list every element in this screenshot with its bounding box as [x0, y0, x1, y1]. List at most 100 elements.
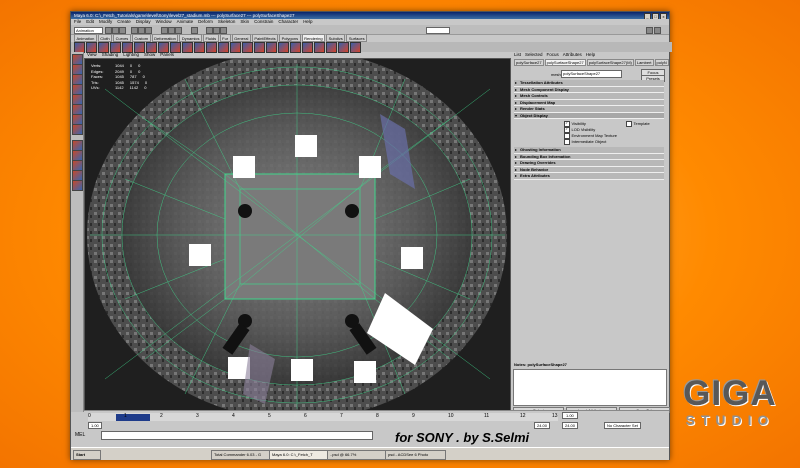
- taskbar-item[interactable]: psd - ACDSee 6 Photo: [385, 450, 446, 460]
- shelf-tab-general[interactable]: General: [231, 34, 251, 42]
- checkbox-empty-icon: [626, 121, 632, 127]
- visibility-checkbox[interactable]: ✓ Visibility: [564, 121, 586, 127]
- check-icon: ✓: [564, 127, 570, 133]
- shelf-tab-surfaces[interactable]: Surfaces: [346, 34, 368, 42]
- tick-label: 12: [520, 413, 526, 419]
- character-set-dropdown[interactable]: No Character Set: [604, 422, 641, 429]
- shelf-tab-custom[interactable]: Custom: [131, 34, 151, 42]
- shelf-tab-animation[interactable]: Animation: [74, 34, 97, 42]
- select-object-icon[interactable]: [138, 27, 145, 34]
- toolbox: [71, 52, 84, 412]
- ae-tab[interactable]: Lambert: [634, 59, 654, 66]
- select-component-icon[interactable]: [145, 27, 152, 34]
- intermediate-object-checkbox[interactable]: Intermediate Object: [564, 139, 606, 145]
- tick-label: 1: [124, 413, 127, 419]
- ae-menu-selected[interactable]: Selected: [525, 52, 543, 58]
- time-slider-track[interactable]: 0 1 2 3 4 5 6 7 8 9 10 11 12 13: [88, 413, 558, 421]
- logo-studio: STUDIO: [685, 412, 775, 428]
- ae-menu-attributes[interactable]: Attributes: [563, 52, 582, 58]
- range-slider[interactable]: 1.00 24.00 24.00 No Character Set: [84, 421, 669, 430]
- shelf-tab-dynamics[interactable]: Dynamics: [179, 34, 202, 42]
- giga-studio-logo: GIGA STUDIO: [675, 376, 785, 440]
- snap-grid-icon[interactable]: [161, 27, 168, 34]
- section-extra-attributes[interactable]: Extra Attributes: [514, 173, 664, 180]
- ae-tab-active[interactable]: polySurfaceShape27: [544, 59, 586, 66]
- ae-menu-focus[interactable]: Focus: [547, 52, 559, 58]
- perspective-viewport[interactable]: Verts: 1044 0 0 Edges: 2049 0 0 Faces: 1045 787 0…: [84, 58, 511, 412]
- shelf-tab-rendering[interactable]: Rendering: [301, 34, 326, 42]
- save-scene-icon[interactable]: [119, 27, 126, 34]
- start-button[interactable]: Start: [73, 450, 101, 460]
- shelf-icons: [71, 42, 672, 53]
- current-time-field[interactable]: 1.00: [562, 412, 578, 419]
- ae-tab[interactable]: polyN: [654, 59, 669, 66]
- lod-visibility-checkbox[interactable]: ✓ LOD Visibility: [564, 127, 595, 133]
- attribute-editor: List Selected Focus Attributes Help poly…: [511, 52, 671, 413]
- tick-label: 8: [376, 413, 379, 419]
- taskbar-item[interactable]: ..psd @ 66.7%: [327, 450, 388, 460]
- title-bar: Maya 6.0: C:\_Fetch_Tutorials\game\level…: [71, 12, 669, 19]
- poly-count-hud: Verts: 1044 0 0 Edges: 2049 0 0 Faces: 1045 787 0…: [91, 63, 147, 91]
- tick-label: 7: [340, 413, 343, 419]
- tick-label: 4: [232, 413, 235, 419]
- command-line-label: MEL: [75, 432, 86, 438]
- shelf-tab-fluids[interactable]: Fluids: [202, 34, 219, 42]
- node-name-field[interactable]: polySurfaceShape27: [561, 70, 622, 78]
- shelf-tab-fur[interactable]: Fur: [219, 34, 231, 42]
- tick-label: 3: [196, 413, 199, 419]
- shelf-tab-cloth[interactable]: Cloth: [97, 34, 113, 42]
- window-buttons: _ □ x: [644, 13, 667, 19]
- snap-curve-icon[interactable]: [168, 27, 175, 34]
- ae-menu-list[interactable]: List: [514, 52, 521, 58]
- shelf-tab-subdivs[interactable]: Subdivs: [326, 34, 346, 42]
- open-scene-icon[interactable]: [112, 27, 119, 34]
- window-title: Maya 6.0: C:\_Fetch_Tutorials\game\level…: [74, 13, 295, 18]
- ae-tabs: polySurface27 polySurfaceShape27 polySur…: [511, 59, 671, 66]
- taskbar-item-active[interactable]: Maya 6.0: C:\_Fetch_T: [269, 450, 330, 460]
- notes-label: Notes: polySurfaceShape27: [514, 362, 567, 367]
- checkbox-empty-icon: [564, 133, 570, 139]
- last-tool-icon[interactable]: [72, 124, 83, 135]
- layout-hypershade-icon[interactable]: [72, 180, 83, 191]
- current-time-marker[interactable]: [116, 414, 150, 421]
- new-scene-icon[interactable]: [105, 27, 112, 34]
- windows-taskbar: Start Total Commander 6.03 - G Maya 6.0:…: [71, 447, 669, 460]
- shelf-tab-curves[interactable]: Curves: [113, 34, 131, 42]
- tick-label: 6: [304, 413, 307, 419]
- select-hierarchy-icon[interactable]: [131, 27, 138, 34]
- history-icon[interactable]: [191, 27, 198, 34]
- hud-row: UVs: 1142 1142 0: [91, 85, 147, 90]
- tick-label: 5: [268, 413, 271, 419]
- shelf-tab-polygons[interactable]: Polygons: [279, 34, 301, 42]
- shelf-tab-painteffects[interactable]: PaintEffects: [251, 34, 279, 42]
- ipr-render-icon[interactable]: [213, 27, 220, 34]
- taskbar-item[interactable]: Total Commander 6.03 - G: [211, 450, 272, 460]
- ae-menu-help[interactable]: Help: [586, 52, 595, 58]
- ae-menu-bar: List Selected Focus Attributes Help: [511, 52, 671, 58]
- playback-end-field[interactable]: 24.00: [562, 422, 579, 429]
- template-checkbox[interactable]: Template: [626, 121, 650, 127]
- mel-input[interactable]: [101, 431, 373, 440]
- ae-tab[interactable]: polySurfaceShape27(M): [586, 59, 634, 66]
- render-frame-icon[interactable]: [206, 27, 213, 34]
- tick-label: 13: [552, 413, 558, 419]
- env-map-checkbox[interactable]: Environment Map Texture: [564, 133, 617, 139]
- range-end-field[interactable]: 24.00: [534, 422, 551, 429]
- render-globals-icon[interactable]: [220, 27, 227, 34]
- toggle-channel-box-icon[interactable]: [646, 27, 653, 34]
- logo-giga: GIGA: [683, 374, 777, 413]
- shelf-tab-deformation[interactable]: Deformation: [151, 34, 179, 42]
- range-start-field[interactable]: 1.00: [88, 422, 102, 429]
- tick-label: 9: [412, 413, 415, 419]
- scene-render: [85, 59, 510, 411]
- notes-textarea[interactable]: [513, 369, 667, 406]
- object-display-body: ✓ Visibility Template ✓ LOD Visibility Env…: [514, 119, 664, 147]
- menu-set-dropdown[interactable]: Animation: [74, 27, 103, 34]
- check-icon: ✓: [564, 121, 570, 127]
- snap-point-icon[interactable]: [175, 27, 182, 34]
- checkbox-empty-icon: [564, 139, 570, 145]
- quick-selection-field[interactable]: [426, 27, 450, 34]
- command-line: MEL: [71, 430, 669, 440]
- ae-tab[interactable]: polySurface27: [514, 59, 544, 66]
- toggle-attribute-editor-icon[interactable]: [654, 27, 661, 34]
